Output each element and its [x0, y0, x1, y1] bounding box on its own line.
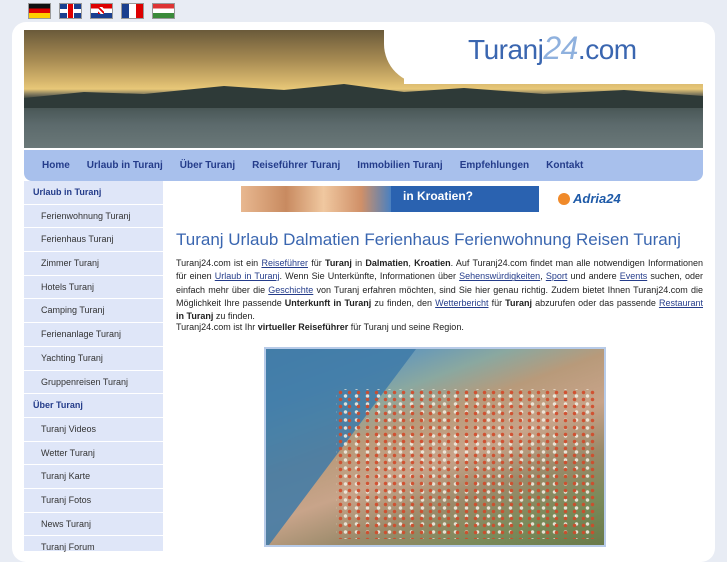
- nav-ueber[interactable]: Über Turanj: [163, 160, 235, 171]
- turanj-aerial-photo: [264, 347, 606, 547]
- sidebar-section-urlaub[interactable]: Urlaub in Turanj: [24, 181, 163, 205]
- language-bar: [28, 3, 175, 19]
- nav-kontakt[interactable]: Kontakt: [529, 160, 583, 171]
- site-logo[interactable]: Turanj24.com: [468, 30, 637, 67]
- hr-flag-icon[interactable]: [90, 3, 113, 19]
- sidebar-item-karte[interactable]: Turanj Karte: [24, 465, 163, 489]
- nav-immobilien[interactable]: Immobilien Turanj: [340, 160, 442, 171]
- adria24-logo-icon: [558, 193, 570, 205]
- sidebar-item-ferienhaus[interactable]: Ferienhaus Turanj: [24, 228, 163, 253]
- sidebar-item-wetter[interactable]: Wetter Turanj: [24, 442, 163, 466]
- banner-brand-name: Adria24: [573, 191, 621, 206]
- link-sport[interactable]: Sport: [546, 271, 568, 281]
- uk-flag-icon[interactable]: [59, 3, 82, 19]
- second-paragraph: Turanj24.com ist Ihr virtueller Reisefüh…: [176, 322, 464, 332]
- hu-flag-icon[interactable]: [152, 3, 175, 19]
- sidebar-item-news[interactable]: News Turanj: [24, 513, 163, 537]
- sidebar-item-hotels[interactable]: Hotels Turanj: [24, 276, 163, 300]
- sidebar-item-forum[interactable]: Turanj Forum: [24, 536, 163, 560]
- sidebar-section-ueber[interactable]: Über Turanj: [24, 394, 163, 418]
- sidebar-item-ferienanlage[interactable]: Ferienanlage Turanj: [24, 323, 163, 347]
- fr-flag-icon[interactable]: [121, 3, 144, 19]
- sidebar: Urlaub in Turanj Ferienwohnung Turanj Fe…: [24, 181, 163, 560]
- banner-brand-box: Adria24: [539, 186, 637, 212]
- page-title: Turanj Urlaub Dalmatien Ferienhaus Ferie…: [176, 230, 681, 249]
- intro-paragraph: Turanj24.com ist ein Reiseführer für Tur…: [176, 258, 703, 322]
- sidebar-item-videos[interactable]: Turanj Videos: [24, 418, 163, 442]
- link-urlaub-in-turanj[interactable]: Urlaub in Turanj: [215, 271, 280, 281]
- sidebar-item-fotos[interactable]: Turanj Fotos: [24, 489, 163, 513]
- banner-text: in Kroatien?: [403, 189, 474, 203]
- link-restaurant[interactable]: Restaurant: [659, 298, 703, 308]
- sidebar-item-camping[interactable]: Camping Turanj: [24, 299, 163, 324]
- link-sehenswuerdigkeiten[interactable]: Sehenswürdigkeiten: [459, 271, 540, 281]
- nav-urlaub[interactable]: Urlaub in Turanj: [70, 160, 163, 171]
- nav-empfehlungen[interactable]: Empfehlungen: [443, 160, 529, 171]
- nav-home[interactable]: Home: [24, 160, 70, 171]
- sidebar-item-yachting[interactable]: Yachting Turanj: [24, 347, 163, 371]
- sidebar-item-ferienwohnung[interactable]: Ferienwohnung Turanj: [24, 205, 163, 229]
- link-events[interactable]: Events: [620, 271, 648, 281]
- de-flag-icon[interactable]: [28, 3, 51, 19]
- link-geschichte[interactable]: Geschichte: [268, 285, 313, 295]
- sidebar-item-gruppenreisen[interactable]: Gruppenreisen Turanj: [24, 371, 163, 395]
- link-reisefuehrer[interactable]: Reiseführer: [261, 258, 308, 268]
- adria24-banner[interactable]: in Kroatien? Adria24: [241, 186, 637, 212]
- sidebar-item-zimmer[interactable]: Zimmer Turanj: [24, 252, 163, 276]
- banner-people-image: [241, 186, 391, 212]
- link-wetterbericht[interactable]: Wetterbericht: [435, 298, 488, 308]
- main-nav: Home Urlaub in Turanj Über Turanj Reisef…: [24, 150, 703, 181]
- town-roofs: [336, 389, 596, 539]
- nav-reisefuehrer[interactable]: Reiseführer Turanj: [235, 160, 340, 171]
